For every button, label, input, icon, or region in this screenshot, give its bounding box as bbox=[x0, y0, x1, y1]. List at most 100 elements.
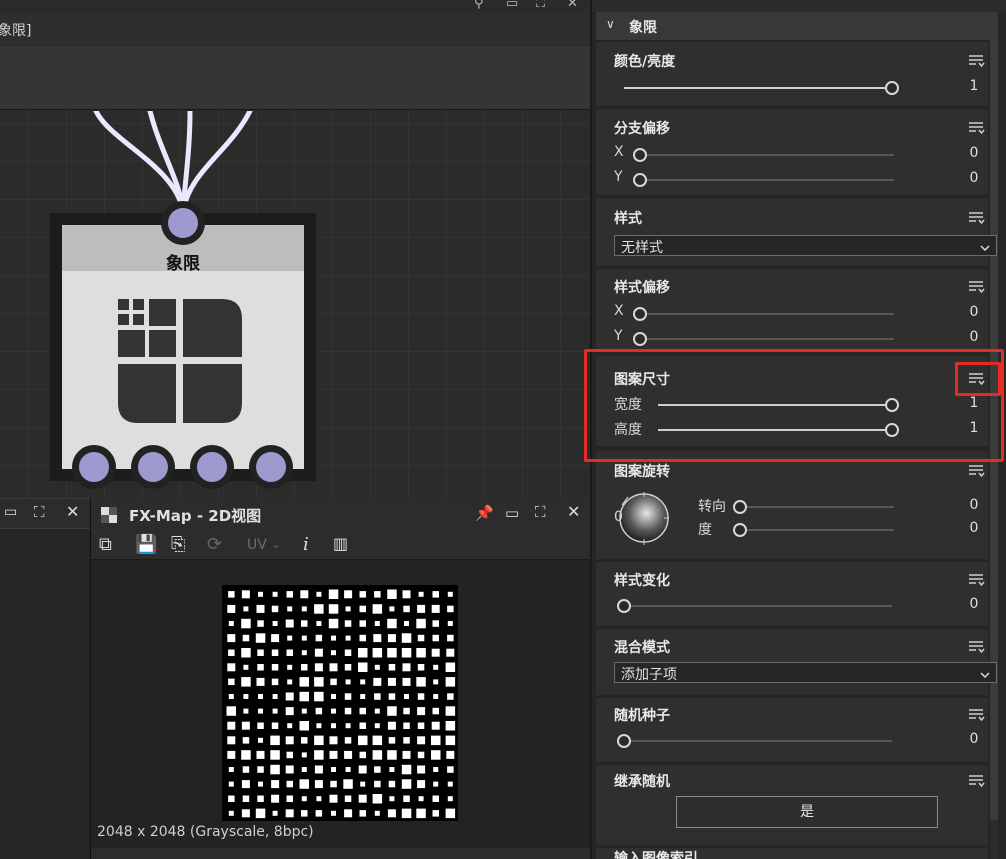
restore-icon[interactable]: ▭ bbox=[506, 0, 518, 11]
save-icon[interactable]: 💾 bbox=[135, 534, 157, 555]
graph-tab-label[interactable]: 象限] bbox=[0, 20, 31, 40]
slider-label: 度 bbox=[698, 522, 712, 538]
view-settings-icon[interactable]: ⧉ bbox=[99, 534, 112, 555]
node-body[interactable] bbox=[62, 271, 304, 469]
property-group-title: 混合模式 bbox=[614, 640, 670, 656]
slider-track[interactable] bbox=[617, 599, 892, 613]
slider-thumb[interactable] bbox=[633, 332, 647, 346]
group-menu-icon[interactable] bbox=[968, 54, 986, 68]
wire-4 bbox=[180, 111, 253, 214]
graph-editor-panel: ⚲ ▭ ⛶ ✕ 象限] 象限 bbox=[0, 0, 590, 498]
node-output-port-4[interactable] bbox=[249, 445, 293, 489]
inherit-random-button[interactable]: 是 bbox=[676, 796, 938, 828]
group-menu-icon[interactable] bbox=[968, 121, 986, 135]
property-group-title: 颜色/亮度 bbox=[614, 54, 676, 70]
property-group-title: 图案旋转 bbox=[614, 464, 670, 480]
chevron-down-icon bbox=[980, 241, 990, 252]
close-icon[interactable]: ✕ bbox=[66, 502, 79, 521]
slider-value[interactable]: 1 bbox=[966, 78, 982, 94]
slider-value[interactable]: 0 bbox=[966, 596, 982, 612]
slider-value[interactable]: 0 bbox=[966, 731, 982, 747]
close-icon[interactable]: ✕ bbox=[567, 502, 580, 521]
quadrant-node[interactable]: 象限 bbox=[50, 213, 316, 481]
slider-label: Y bbox=[614, 328, 623, 344]
chevron-down-icon[interactable]: ∨ bbox=[606, 17, 615, 31]
image-preview[interactable] bbox=[222, 585, 458, 821]
slider-track[interactable] bbox=[633, 173, 894, 187]
property-group-title: 样式变化 bbox=[614, 573, 670, 589]
uv-dropdown[interactable]: UV bbox=[247, 537, 267, 553]
node-output-port-2[interactable] bbox=[131, 445, 175, 489]
slider-value[interactable]: 0 bbox=[966, 145, 982, 161]
maximize-icon[interactable]: ⛶ bbox=[536, 0, 545, 11]
restore-icon[interactable]: ▭ bbox=[505, 504, 519, 522]
property-group: 随机种子 0 bbox=[596, 698, 988, 762]
group-menu-icon[interactable] bbox=[968, 640, 986, 654]
slider-value[interactable]: 0 bbox=[966, 329, 982, 345]
slider-track[interactable] bbox=[624, 81, 899, 95]
group-menu-icon[interactable] bbox=[968, 708, 986, 722]
group-menu-icon[interactable] bbox=[968, 774, 986, 788]
slider-value[interactable]: 0 bbox=[966, 497, 982, 513]
slider-thumb[interactable] bbox=[617, 599, 631, 613]
histogram-icon[interactable]: ▥ bbox=[333, 534, 348, 553]
pin-icon[interactable]: 📌 bbox=[475, 504, 494, 522]
image-info: 2048 x 2048 (Grayscale, 8bpc) bbox=[97, 824, 314, 840]
info-icon[interactable]: i bbox=[303, 534, 309, 555]
group-menu-icon[interactable] bbox=[968, 280, 986, 294]
group-menu-icon[interactable] bbox=[968, 573, 986, 587]
copy-icon[interactable]: ⎘ bbox=[171, 534, 185, 555]
section-header[interactable]: ∨ 象限 bbox=[596, 12, 998, 40]
close-icon[interactable]: ✕ bbox=[567, 0, 578, 11]
view-2d-bottom-toolbar bbox=[91, 848, 591, 859]
maximize-icon[interactable]: ⛶ bbox=[535, 503, 546, 521]
slider-track[interactable] bbox=[633, 307, 894, 321]
node-output-port-1[interactable] bbox=[72, 445, 116, 489]
properties-titlebar bbox=[592, 0, 1006, 12]
property-group: 样式 无样式 bbox=[596, 198, 997, 266]
slider-thumb[interactable] bbox=[633, 148, 647, 162]
property-group: 样式偏移 X 0 Y 0 bbox=[596, 269, 988, 351]
dropdown-select[interactable]: 无样式 bbox=[614, 235, 997, 256]
dial-value[interactable]: 0 bbox=[614, 509, 623, 525]
view-2d-logo-icon bbox=[101, 507, 117, 523]
property-group-title: 样式 bbox=[614, 211, 642, 227]
slider-track[interactable] bbox=[733, 500, 894, 514]
property-group: 继承随机是 bbox=[596, 765, 988, 845]
slider-track[interactable] bbox=[633, 332, 894, 346]
slider-track[interactable] bbox=[733, 523, 894, 537]
group-menu-icon[interactable] bbox=[968, 464, 986, 478]
highlight-frame-menu-button bbox=[955, 362, 1001, 396]
dropdown-select[interactable]: 添加子项 bbox=[614, 662, 997, 683]
slider-thumb[interactable] bbox=[733, 523, 747, 537]
slider-thumb[interactable] bbox=[633, 173, 647, 187]
slider-thumb[interactable] bbox=[617, 734, 631, 748]
maximize-icon[interactable]: ⛶ bbox=[34, 503, 45, 521]
slider-label: X bbox=[614, 144, 624, 160]
slider-track[interactable] bbox=[633, 148, 894, 162]
slider-label: X bbox=[614, 303, 624, 319]
chevron-down-icon[interactable]: ⌄ bbox=[271, 537, 281, 551]
view-2d-titlebar: FX-Map - 2D视图 📌 ▭ ⛶ ✕ bbox=[91, 498, 591, 530]
property-group-title: 继承随机 bbox=[614, 774, 670, 790]
view-2d-toolbar: ⧉ 💾 ⎘ ⟳ UV ⌄ i ▥ bbox=[91, 530, 591, 560]
pin-icon[interactable]: ⚲ bbox=[474, 0, 484, 11]
slider-label: Y bbox=[614, 169, 623, 185]
slider-value[interactable]: 0 bbox=[966, 170, 982, 186]
property-group: 输入图像索引 bbox=[596, 848, 988, 859]
refresh-icon[interactable]: ⟳ bbox=[207, 534, 222, 555]
slider-thumb[interactable] bbox=[885, 81, 899, 95]
dropdown-value: 添加子项 bbox=[621, 667, 677, 683]
slider-value[interactable]: 0 bbox=[966, 520, 982, 536]
restore-icon[interactable]: ▭ bbox=[4, 504, 17, 520]
left-small-panel-header: ▭ ⛶ ✕ bbox=[0, 499, 90, 529]
slider-thumb[interactable] bbox=[633, 307, 647, 321]
slider-thumb[interactable] bbox=[733, 500, 747, 514]
node-output-port-3[interactable] bbox=[190, 445, 234, 489]
property-group: 样式变化 0 bbox=[596, 562, 988, 626]
node-input-port[interactable] bbox=[161, 201, 205, 245]
slider-value[interactable]: 0 bbox=[966, 304, 982, 320]
group-menu-icon[interactable] bbox=[968, 211, 986, 225]
slider-track[interactable] bbox=[617, 734, 892, 748]
quadrant-glyph-icon bbox=[118, 299, 242, 423]
